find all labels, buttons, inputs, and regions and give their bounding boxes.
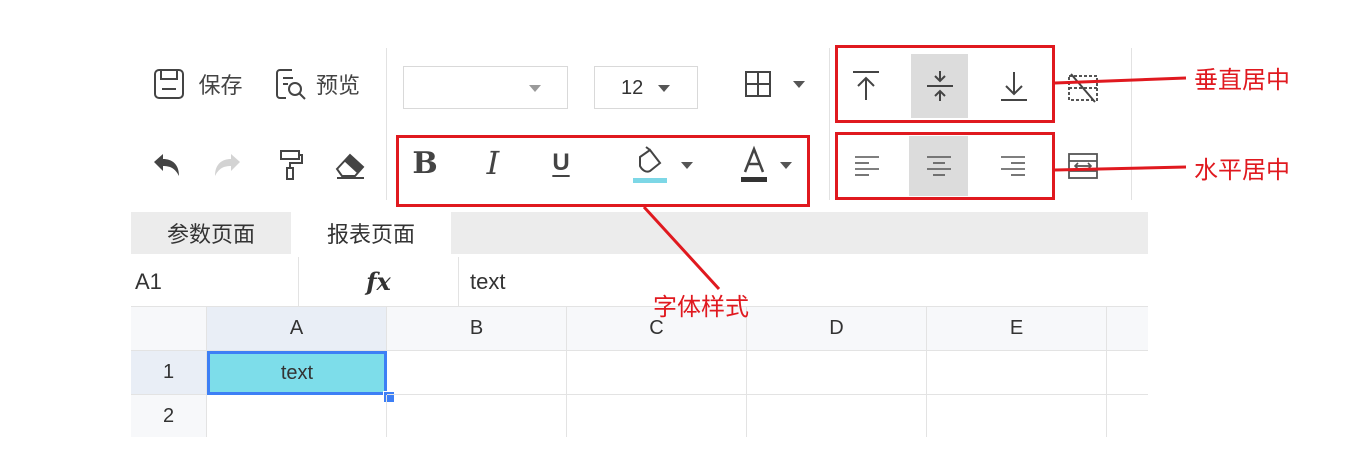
formula-input-value: text <box>470 269 506 294</box>
undo-button[interactable] <box>146 145 186 185</box>
tab-params[interactable]: 参数页面 <box>131 212 291 254</box>
undo-icon <box>154 154 179 176</box>
row-label: 2 <box>162 404 175 427</box>
fx-icon: fx <box>366 267 391 296</box>
toolbar-divider <box>386 48 387 200</box>
annotation-box-vertical-align <box>835 45 1055 123</box>
annotation-horizontal-center: 水平居中 <box>1194 156 1290 184</box>
save-label: 保存 <box>198 73 243 98</box>
border-grid-icon <box>745 71 771 97</box>
save-icon <box>154 69 185 99</box>
merge-cells-icon <box>1068 73 1098 103</box>
column-header-e[interactable]: E <box>927 307 1107 351</box>
column-label: A <box>289 317 304 339</box>
wrap-text-button[interactable] <box>1062 146 1104 186</box>
row-header-1[interactable]: 1 <box>131 351 207 395</box>
column-header-b[interactable]: B <box>387 307 567 351</box>
annotation-box-horizontal-align <box>835 132 1055 200</box>
clear-format-button[interactable] <box>330 145 370 185</box>
annotation-box-font-style <box>396 135 810 207</box>
annotation-vertical-center: 垂直居中 <box>1194 66 1290 94</box>
font-size-select[interactable]: 12 <box>594 66 698 109</box>
chevron-down-icon <box>658 85 670 92</box>
cell-c2[interactable] <box>567 395 747 437</box>
cell-a1[interactable]: text <box>207 351 387 395</box>
fx-button[interactable]: fx <box>299 257 459 306</box>
cell-d2[interactable] <box>747 395 927 437</box>
cell-ref-value: A1 <box>135 269 162 294</box>
format-painter-icon <box>280 150 303 180</box>
column-header-a[interactable]: A <box>207 307 387 351</box>
tab-params-label: 参数页面 <box>166 222 255 247</box>
eraser-icon <box>335 153 365 179</box>
column-header-f[interactable] <box>1107 307 1148 351</box>
cell-b1[interactable] <box>387 351 567 395</box>
format-painter-button[interactable] <box>270 145 310 185</box>
cell-a2[interactable] <box>207 395 387 437</box>
column-label: B <box>469 317 484 339</box>
row-header-2[interactable]: 2 <box>131 395 207 437</box>
redo-button[interactable] <box>208 145 248 185</box>
cell-a1-value: text <box>280 361 314 384</box>
formula-input[interactable]: text <box>459 257 1148 306</box>
cell-f1[interactable] <box>1107 351 1148 395</box>
cell-c1[interactable] <box>567 351 747 395</box>
font-size-value: 12 <box>621 77 644 99</box>
column-header-d[interactable]: D <box>747 307 927 351</box>
chevron-down-icon <box>529 85 541 92</box>
toolbar-divider <box>829 48 830 200</box>
corner-header[interactable] <box>131 307 207 351</box>
toolbar-divider <box>1131 48 1132 200</box>
font-family-select[interactable] <box>403 66 568 109</box>
preview-button[interactable]: 预览 <box>267 64 367 104</box>
merge-cells-button[interactable] <box>1060 66 1106 110</box>
tab-report-label: 报表页面 <box>326 222 415 247</box>
column-label: E <box>1009 317 1024 339</box>
column-label: D <box>829 317 844 339</box>
cell-d1[interactable] <box>747 351 927 395</box>
cell-e2[interactable] <box>927 395 1107 437</box>
row-label: 1 <box>162 361 175 383</box>
chevron-down-icon <box>793 80 805 88</box>
annotation-font-style: 字体样式 <box>653 293 749 321</box>
preview-icon <box>275 69 306 100</box>
save-button[interactable]: 保存 <box>145 64 250 104</box>
tab-report[interactable]: 报表页面 <box>291 212 451 254</box>
cell-e1[interactable] <box>927 351 1107 395</box>
preview-label: 预览 <box>315 73 360 98</box>
cell-ref-box[interactable]: A1 <box>131 257 299 306</box>
wrap-text-icon <box>1068 153 1098 179</box>
border-button[interactable] <box>734 64 814 104</box>
redo-icon <box>215 154 240 176</box>
cell-b2[interactable] <box>387 395 567 437</box>
